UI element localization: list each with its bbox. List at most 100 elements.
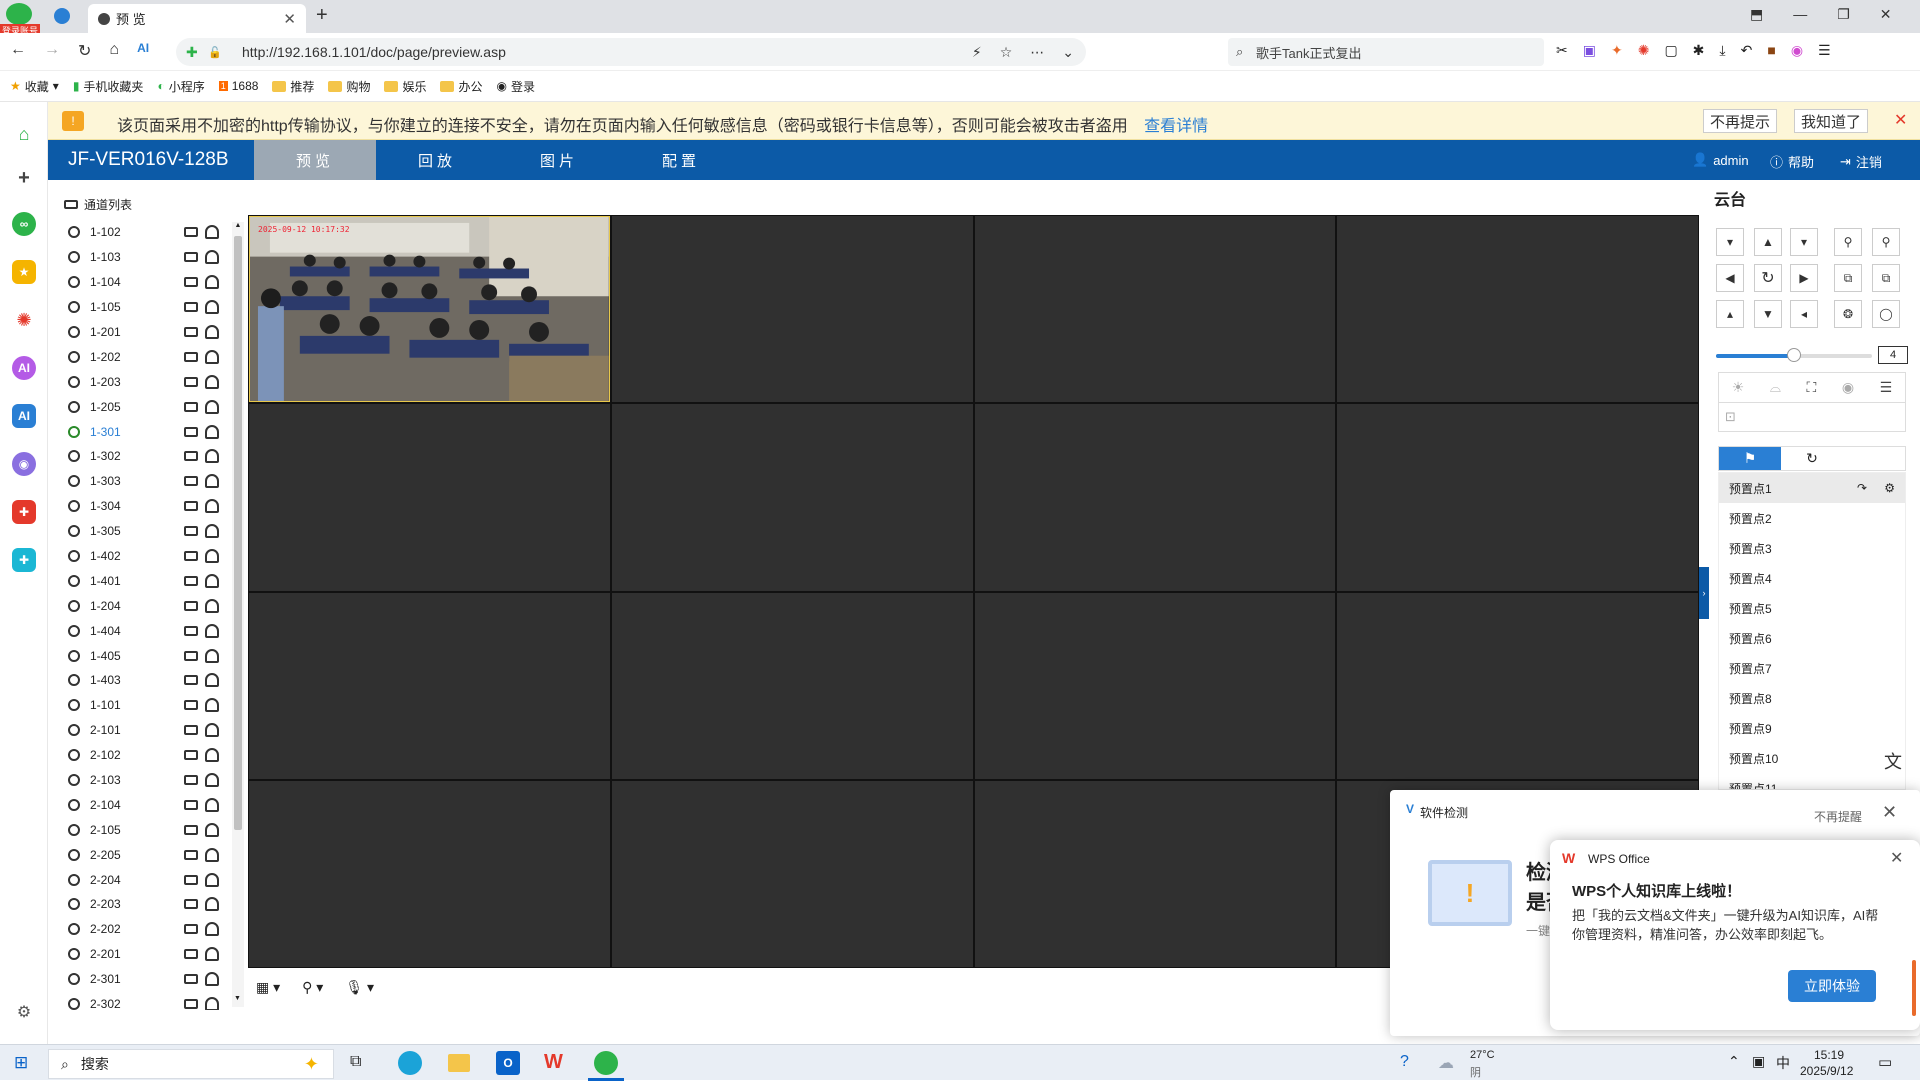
preset-row[interactable]: 预置点6 [1719, 623, 1905, 653]
user-menu[interactable]: 👤 admin [1692, 152, 1749, 168]
extension-d-icon[interactable]: ▢ [1664, 42, 1677, 59]
ptz-speed-value[interactable]: 4 [1878, 346, 1908, 364]
ptz-upright-icon[interactable]: ▾ [1790, 228, 1818, 256]
camera-icon[interactable] [68, 525, 80, 538]
record-icon[interactable] [184, 401, 198, 412]
camera-icon[interactable] [68, 550, 80, 563]
robot-app-icon[interactable]: ◉ [12, 452, 36, 476]
camera-icon[interactable] [68, 923, 80, 936]
ptz-right-icon[interactable]: ▶ [1790, 264, 1818, 292]
add-icon[interactable]: + [12, 166, 36, 190]
channel-row[interactable]: 1-403 [64, 668, 242, 693]
stream-icon[interactable] [205, 947, 219, 962]
channel-row[interactable]: 1-204 [64, 593, 242, 618]
back-icon[interactable]: ← [10, 41, 26, 61]
focus-far-icon[interactable]: ⧉ [1872, 264, 1900, 292]
new-tab-button[interactable]: + [316, 4, 328, 27]
camera-icon[interactable] [68, 425, 80, 438]
tab-preset[interactable]: ⚑ [1719, 447, 1781, 470]
microphone-icon[interactable]: 🎙 ▾ [345, 979, 374, 996]
windows-start-icon[interactable]: ⊞ [14, 1053, 28, 1073]
camera-icon[interactable] [68, 973, 80, 986]
channel-label[interactable]: 1-404 [90, 624, 184, 638]
video-cell-10[interactable] [611, 592, 973, 779]
stream-icon[interactable] [205, 300, 219, 315]
channel-row[interactable]: 1-305 [64, 519, 242, 544]
channel-label[interactable]: 2-204 [90, 873, 184, 887]
search-input[interactable]: ⌕ 歌手Tank正式复出 [1228, 38, 1544, 66]
channel-label[interactable]: 2-302 [90, 997, 184, 1010]
ai-icon[interactable]: AI [137, 41, 149, 61]
stream-icon[interactable] [205, 573, 219, 588]
channel-row[interactable]: 1-205 [64, 394, 242, 419]
stream-icon[interactable] [205, 374, 219, 389]
close-window-icon[interactable]: ✕ [1880, 6, 1892, 23]
channel-row[interactable]: 1-302 [64, 444, 242, 469]
camera-icon[interactable] [68, 898, 80, 911]
channel-row[interactable]: 1-404 [64, 618, 242, 643]
stream-icon[interactable] [205, 325, 219, 339]
camera-icon[interactable] [68, 226, 80, 239]
tools-app-icon[interactable]: ✚ [12, 548, 36, 572]
camera-icon[interactable] [68, 749, 80, 762]
record-icon[interactable] [184, 625, 198, 636]
tab-close-icon[interactable]: ✕ [283, 10, 296, 28]
nav-tab-playback[interactable]: 回放 [376, 140, 498, 180]
favorites-app-icon[interactable]: ★ [12, 260, 36, 284]
stream-icon[interactable] [205, 399, 219, 414]
channel-row[interactable]: 1-301 [64, 419, 242, 444]
ai-app-icon[interactable]: AI [12, 404, 36, 428]
channel-row[interactable]: 1-103 [64, 245, 242, 270]
stream-icon[interactable] [205, 524, 219, 539]
video-cell-2[interactable] [611, 216, 973, 403]
video-cell-6[interactable] [611, 404, 973, 591]
video-cell-7[interactable] [974, 404, 1336, 591]
profile-icon[interactable]: ◉ [1791, 42, 1803, 59]
scissors-icon[interactable]: ✂ [1556, 42, 1568, 59]
reload-icon[interactable]: ↻ [78, 41, 91, 61]
help-tray-icon[interactable]: ? [1400, 1053, 1409, 1071]
record-icon[interactable] [184, 252, 198, 263]
more-icon[interactable]: ⋯ [1030, 44, 1044, 61]
light-icon[interactable]: ☀ [1732, 379, 1745, 396]
channel-label[interactable]: 2-104 [90, 798, 184, 812]
channel-label[interactable]: 2-205 [90, 848, 184, 862]
channel-label[interactable]: 2-101 [90, 723, 184, 737]
record-icon[interactable] [184, 725, 198, 736]
video-cell-14[interactable] [611, 780, 973, 967]
channel-row[interactable]: 2-203 [64, 892, 242, 917]
url-bar[interactable]: ✚ 🔓 http://192.168.1.101/doc/page/previe… [176, 38, 1086, 66]
wiper-icon[interactable]: ⌓ [1770, 379, 1781, 396]
camera-icon[interactable] [68, 774, 80, 787]
preset-row[interactable]: 预置点8 [1719, 683, 1905, 713]
game-app-icon[interactable]: ✚ [12, 500, 36, 524]
download-icon[interactable]: ⤓ [1719, 42, 1725, 59]
channel-scroll-thumb[interactable] [234, 236, 242, 830]
record-icon[interactable] [184, 849, 198, 860]
channel-row[interactable]: 1-303 [64, 469, 242, 494]
record-icon[interactable] [184, 899, 198, 910]
video-cell-8[interactable] [1337, 404, 1698, 591]
bookmark-mobile[interactable]: ▮ 手机收藏夹 [73, 78, 144, 95]
record-icon[interactable] [184, 924, 198, 935]
channel-row[interactable]: 1-102 [64, 220, 242, 245]
zoom-out-icon[interactable]: ⚲ [1834, 228, 1862, 256]
channel-row[interactable]: 1-202 [64, 344, 242, 369]
video-cell-11[interactable] [974, 592, 1336, 779]
channel-label[interactable]: 1-204 [90, 599, 184, 613]
stream-icon[interactable] [205, 748, 219, 763]
channel-label[interactable]: 2-203 [90, 897, 184, 911]
record-icon[interactable] [184, 476, 198, 487]
record-icon[interactable] [184, 551, 198, 562]
camera-icon[interactable] [68, 475, 80, 488]
menu-icon[interactable]: ☰ [1818, 42, 1831, 59]
channel-row[interactable]: 2-301 [64, 967, 242, 992]
preset-row[interactable]: 预置点2 [1719, 503, 1905, 533]
camera-icon[interactable] [68, 624, 80, 637]
record-icon[interactable] [184, 376, 198, 387]
channel-row[interactable]: 2-201 [64, 942, 242, 967]
stream-icon[interactable] [205, 797, 219, 812]
preset-row[interactable]: 预置点1 ↷ ⚙ [1719, 473, 1905, 503]
record-icon[interactable] [184, 949, 198, 960]
pin-icon[interactable]: ⬒ [1750, 6, 1763, 23]
